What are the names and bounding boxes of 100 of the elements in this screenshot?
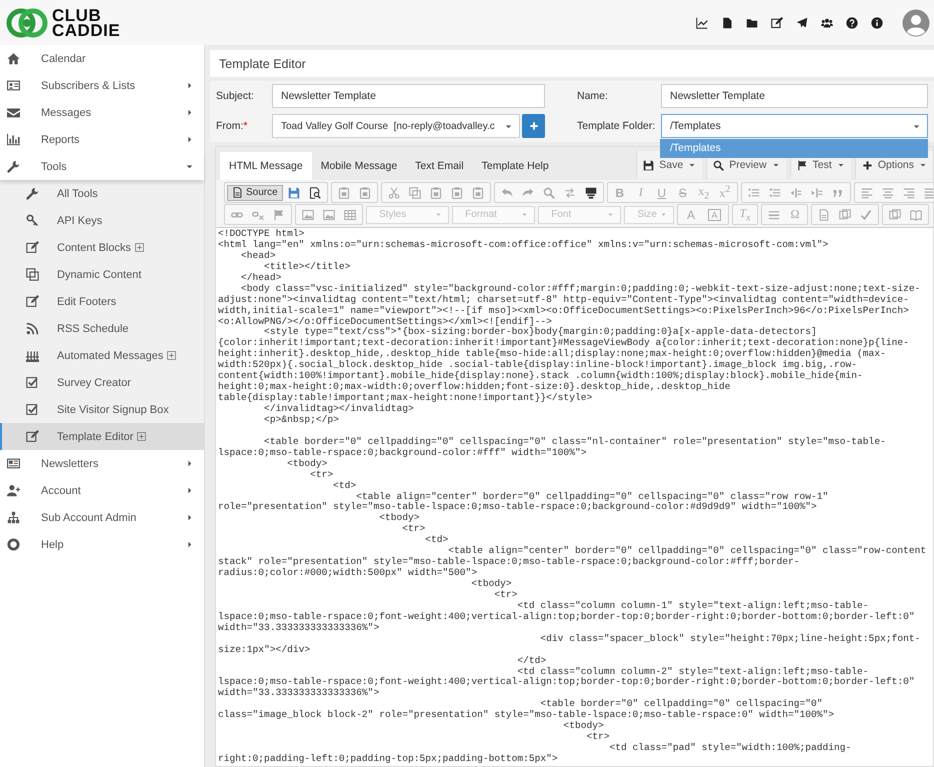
horizontal-rule-icon[interactable] xyxy=(768,208,780,220)
unlink-icon[interactable] xyxy=(252,208,264,220)
paste-icon[interactable] xyxy=(430,186,442,198)
code-line: <body class="vsc-initialized" style="background-color:#fff;margin:0;padding:0;-webkit-text-size-adjust:none;text-size- xyxy=(240,284,922,295)
tab[interactable]: HTML Message xyxy=(220,152,312,180)
submenu-item[interactable]: Content Blocks xyxy=(0,234,204,261)
code-line: <table border="0" cellpadding="0" cellspacing="0" xyxy=(539,699,824,710)
code-line: height:inherit}.desktop_hide,.desktop_hide table{mso-hide:all;display:none;max-height:0;overflow:hidden}@media (max- xyxy=(218,349,887,360)
indent-icon[interactable] xyxy=(810,186,823,198)
submenu-item[interactable]: Survey Creator xyxy=(0,369,204,396)
copy-icon[interactable] xyxy=(408,186,421,198)
submenu-item[interactable]: Edit Footers xyxy=(0,288,204,315)
sidebar-item[interactable]: Help xyxy=(0,531,204,558)
submenu-item[interactable]: All Tools xyxy=(0,180,204,207)
edit-icon[interactable] xyxy=(771,16,783,28)
sidebar-item[interactable]: Tools xyxy=(0,153,204,180)
edit-icon xyxy=(26,241,39,254)
image-icon[interactable] xyxy=(323,208,335,220)
document-icon[interactable] xyxy=(721,16,733,28)
tab[interactable]: Text Email xyxy=(406,152,473,180)
justify-icon[interactable] xyxy=(924,186,933,198)
from-select[interactable]: Toad Valley Golf Course [no-reply@toadvalley.c xyxy=(272,114,520,138)
image-icon[interactable] xyxy=(302,208,314,220)
folder-select[interactable]: /Templates xyxy=(660,114,928,138)
frame-icon[interactable] xyxy=(839,208,852,220)
code-line: <tr> xyxy=(401,524,426,536)
flag-icon[interactable] xyxy=(273,208,285,220)
paste-icon[interactable] xyxy=(450,186,463,198)
sidebar-item[interactable]: Subscribers & Lists xyxy=(0,72,204,99)
submenu-item[interactable]: Dynamic Content xyxy=(0,261,204,288)
code-line: size:1px"></div> xyxy=(218,644,312,656)
field-label: From:* xyxy=(216,120,249,132)
search-icon xyxy=(713,160,724,170)
submenu-item[interactable]: Template Editor xyxy=(0,423,204,450)
redo-icon[interactable] xyxy=(522,186,534,198)
preview-icon[interactable] xyxy=(308,186,321,198)
submenu-item[interactable]: RSS Schedule xyxy=(0,315,204,342)
code-line: role="presentation" style="mso-table-lspace:0;mso-table-rspace:0;background-color:#d9d9d9" width="100%"> xyxy=(218,502,818,513)
help-icon[interactable] xyxy=(846,16,858,28)
code-line: <tbody> xyxy=(470,579,513,590)
plus-box-icon[interactable] xyxy=(137,432,146,441)
avatar-icon[interactable] xyxy=(902,8,930,36)
align-center-icon[interactable] xyxy=(882,186,894,198)
align-right-icon[interactable] xyxy=(902,186,915,198)
code-line: <tr> xyxy=(493,590,518,601)
swap-icon[interactable] xyxy=(564,186,576,198)
save-icon[interactable] xyxy=(288,186,300,198)
frame-icon[interactable] xyxy=(889,208,902,220)
plus-box-icon[interactable] xyxy=(167,351,176,360)
tab[interactable]: Template Help xyxy=(472,152,558,180)
blocks-icon[interactable] xyxy=(584,186,597,198)
code-line: <tr> xyxy=(585,732,610,744)
page-icon[interactable] xyxy=(818,208,830,220)
users-icon[interactable] xyxy=(821,16,833,28)
add-button[interactable] xyxy=(522,114,545,138)
code-line: <tr> xyxy=(309,470,334,481)
info-icon[interactable] xyxy=(871,16,883,28)
code-line: adjust:none"><invalidtag content="text/html; charset=utf-8" http-equiv="Content-Type"><invalidtag content="width=device- xyxy=(218,294,910,306)
tab[interactable]: Mobile Message xyxy=(312,152,406,180)
submenu-item[interactable]: API Keys xyxy=(0,207,204,234)
code-line: width="33.333333333333336%"> xyxy=(218,688,380,700)
logo-text: CLUB xyxy=(52,8,102,22)
code-line: <div class="spacer_block" style="height:70px;line-height:5px;font- xyxy=(539,634,922,645)
rss-icon xyxy=(26,322,39,335)
cut-icon[interactable] xyxy=(388,186,400,198)
plus-box-icon[interactable] xyxy=(134,243,144,252)
submenu-item[interactable]: Automated Messages xyxy=(0,342,204,369)
code-line: <p>&nbsp;</p> xyxy=(263,414,340,426)
sidebar-item[interactable]: Account xyxy=(0,477,204,504)
bullet-list-icon[interactable] xyxy=(768,186,781,198)
numbered-list-icon[interactable] xyxy=(748,186,760,198)
sidebar-item[interactable]: Messages xyxy=(0,99,204,126)
submenu-item[interactable]: Site Visitor Signup Box xyxy=(0,396,204,423)
paste-icon[interactable] xyxy=(472,186,484,198)
code-line: <tbody> xyxy=(562,721,605,732)
code-line: <html lang="en" xmlns:o="urn:schemas-microsoft-com:office:office" xmlns:v="urn:schemas-microsoft-com:vml"> xyxy=(218,240,830,251)
paper-plane-icon[interactable] xyxy=(796,16,808,28)
sidebar-item[interactable]: Reports xyxy=(0,126,204,153)
code-line: <td> xyxy=(424,535,448,546)
sidebar-item[interactable]: Calendar xyxy=(0,45,204,72)
table-icon[interactable] xyxy=(344,208,356,220)
line-chart-icon[interactable] xyxy=(696,16,708,28)
source-button[interactable]: Source xyxy=(227,184,283,200)
subject-field[interactable]: Newsletter Template xyxy=(272,84,545,108)
checkbox-icon xyxy=(26,376,39,389)
user-plus-icon xyxy=(7,484,20,497)
sidebar-item[interactable]: Sub Account Admin xyxy=(0,504,204,531)
search-icon[interactable] xyxy=(542,186,555,198)
book-icon[interactable] xyxy=(910,208,922,220)
outdent-icon[interactable] xyxy=(790,186,802,198)
code-line: <o:AllowPNG/></o:OfficeDocumentSettings></xml><![endif]--> xyxy=(218,316,553,327)
sidebar-item[interactable]: Newsletters xyxy=(0,450,204,477)
folder-icon[interactable] xyxy=(746,16,758,28)
undo-icon[interactable] xyxy=(500,186,513,198)
spell-check-icon[interactable] xyxy=(860,208,872,220)
paste-icon[interactable] xyxy=(358,186,371,198)
name-field[interactable]: Newsletter Template xyxy=(660,84,928,108)
field-label: Subject: xyxy=(216,90,255,102)
paste-icon[interactable] xyxy=(338,186,350,198)
align-left-icon[interactable] xyxy=(860,186,873,198)
